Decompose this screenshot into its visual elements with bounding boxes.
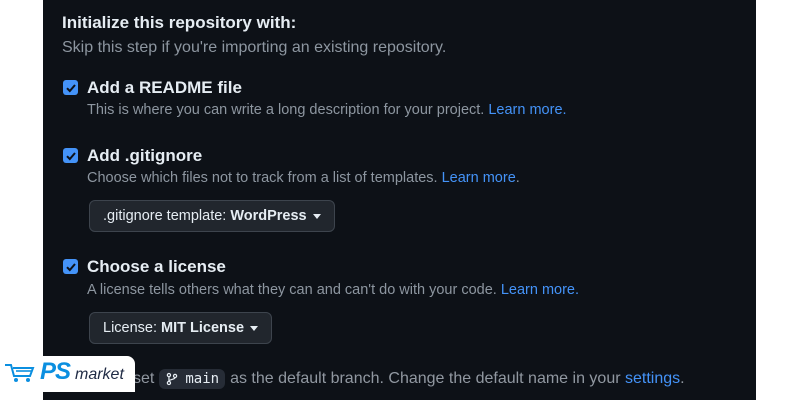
gitignore-option-description: Choose which files not to track from a l… xyxy=(87,170,520,186)
checkmark-icon xyxy=(65,151,76,160)
gitignore-description-period: . xyxy=(515,170,520,186)
logo-market-text: market xyxy=(75,366,124,383)
branch-name-badge: main xyxy=(159,369,226,389)
checkmark-icon xyxy=(65,262,76,271)
caret-down-icon xyxy=(312,213,321,219)
git-branch-icon xyxy=(167,372,178,386)
license-select-label: License: xyxy=(103,320,158,336)
section-subtitle: Skip this step if you're importing an ex… xyxy=(62,39,447,56)
section-title: Initialize this repository with: xyxy=(62,13,297,32)
readme-learn-more-link[interactable]: Learn more. xyxy=(488,102,566,118)
license-select-value: MIT License xyxy=(161,320,245,336)
gitignore-select-label: .gitignore template: xyxy=(103,208,227,224)
branch-name: main xyxy=(185,371,220,387)
license-select[interactable]: License: MIT License xyxy=(89,312,273,344)
logo-brand-text: PS xyxy=(40,358,71,385)
license-checkbox[interactable] xyxy=(63,259,78,274)
gitignore-description-text: Choose which files not to track from a l… xyxy=(87,170,438,186)
branch-end-period: . xyxy=(680,370,685,387)
readme-description-text: This is where you can write a long descr… xyxy=(87,102,485,118)
checkmark-icon xyxy=(65,83,76,92)
branch-prefix-text: set xyxy=(133,370,155,387)
caret-down-icon xyxy=(250,325,259,331)
gitignore-select-value: WordPress xyxy=(230,208,307,224)
license-description-text: A license tells others what they can and… xyxy=(87,282,497,298)
gitignore-option-title[interactable]: Add .gitignore xyxy=(87,146,202,166)
default-branch-note: set main as the default branch. Change t… xyxy=(133,369,685,389)
branch-suffix-text: as the default branch. Change the defaul… xyxy=(230,370,621,387)
repo-init-panel: Initialize this repository with: Skip th… xyxy=(43,0,756,400)
license-learn-more-link[interactable]: Learn more. xyxy=(501,282,579,298)
readme-checkbox[interactable] xyxy=(63,80,78,95)
license-option-title[interactable]: Choose a license xyxy=(87,257,226,277)
gitignore-template-select[interactable]: .gitignore template: WordPress xyxy=(89,200,335,232)
shopping-cart-icon xyxy=(5,364,35,382)
gitignore-checkbox[interactable] xyxy=(63,148,78,163)
settings-link[interactable]: settings xyxy=(625,370,680,388)
readme-option-title[interactable]: Add a README file xyxy=(87,78,242,98)
license-option-description: A license tells others what they can and… xyxy=(87,282,579,298)
readme-option-description: This is where you can write a long descr… xyxy=(87,102,567,118)
gitignore-learn-more-link[interactable]: Learn more xyxy=(442,170,516,186)
psmarket-watermark-logo: PS market xyxy=(0,356,135,392)
